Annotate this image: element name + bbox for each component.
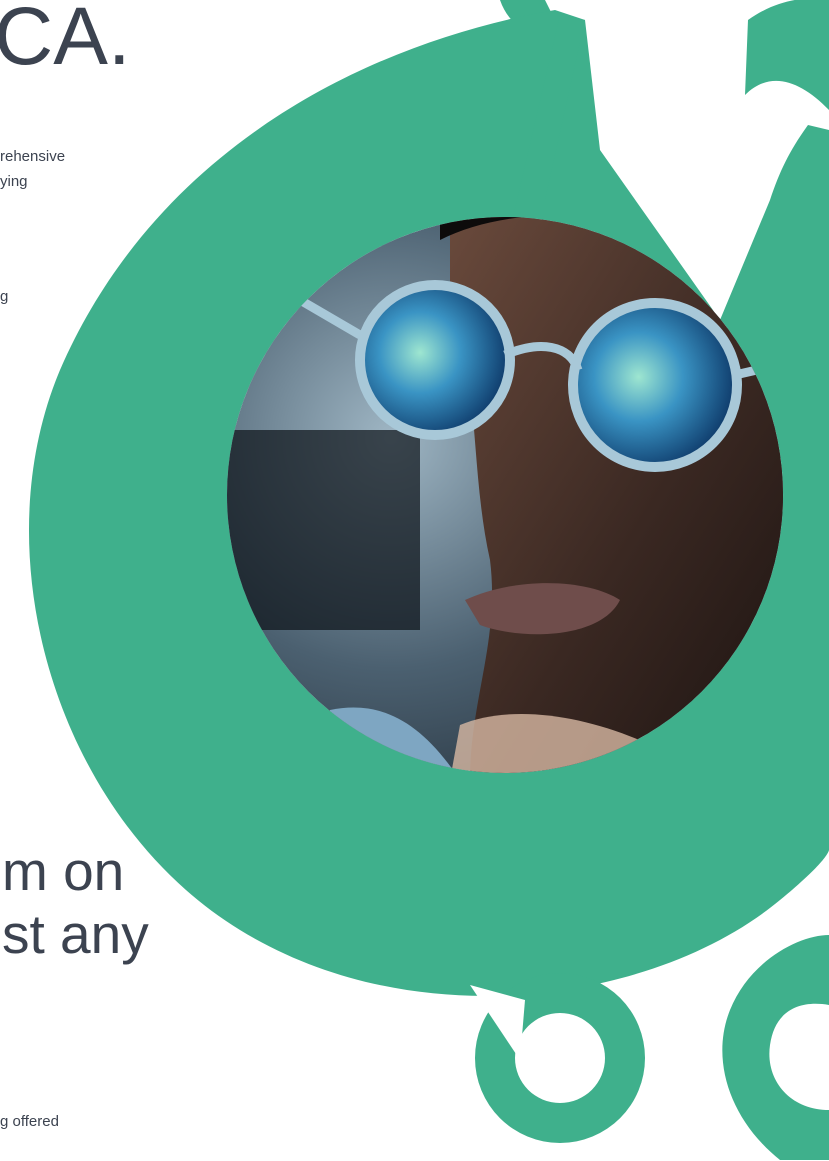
green-ring-icon — [500, 0, 565, 41]
green-ring-icon — [745, 0, 829, 110]
person-with-glasses-photo — [227, 217, 783, 773]
decorative-artwork — [28, 0, 829, 1160]
intro-text-line: rehensive — [0, 148, 66, 165]
green-ring-icon — [470, 973, 645, 1143]
intro-text-line: ying — [0, 173, 28, 190]
headline-line: st any — [2, 903, 149, 965]
green-ring-icon — [722, 935, 829, 1160]
headline-line: m on — [2, 840, 125, 902]
body-text-line: g — [0, 288, 9, 305]
green-ring-shape — [28, 10, 829, 996]
hero-title: CA. — [0, 0, 131, 82]
footer-text-line: g offered — [0, 1113, 59, 1130]
page-canvas: CA. rehensive ying g m on st any g offer… — [0, 0, 829, 1161]
